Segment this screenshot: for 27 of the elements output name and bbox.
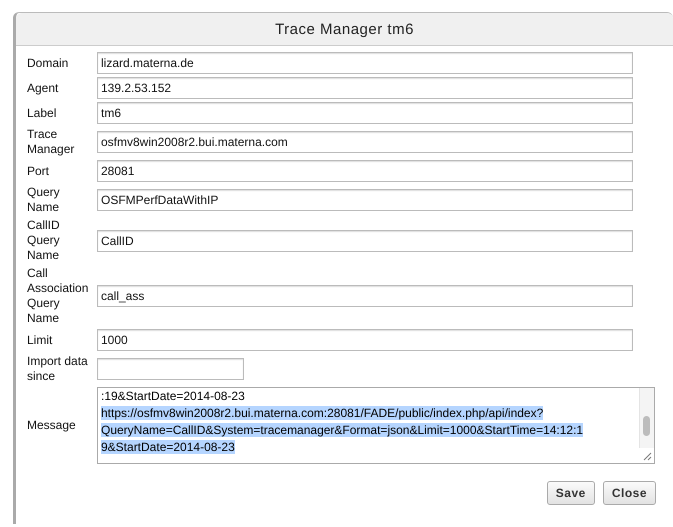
dialog-button[interactable]: Close (602, 481, 656, 505)
field-label: Message (27, 418, 77, 433)
field-label: Call Association Query Name (27, 266, 89, 326)
field-label: Agent (27, 80, 60, 96)
input-field[interactable]: tm6 (97, 102, 633, 124)
message-field[interactable]: :19&StartDate=2014-08-23 https://osfmv8win2008r2.bui.materna.com:28081/FADE/public/index.php/api/index? QueryName=CallID&System=tracemanager&Format=json&Limit=1000&StartTime=14:12:1 9&StartDate=2014-08-23 (97, 387, 655, 464)
dialog-title: Trace Manager tm6 (275, 20, 414, 38)
field-label: Import data since (27, 354, 89, 384)
input-field[interactable]: 1000 (97, 329, 633, 351)
scrollbar[interactable] (639, 388, 654, 448)
field-label: Domain (27, 56, 70, 70)
input-field[interactable]: 139.2.53.152 (97, 77, 633, 99)
input-field[interactable]: OSFMPerfDataWithIP (97, 189, 633, 211)
field-label: CallID Query Name (27, 218, 61, 263)
input-field[interactable]: lizard.materna.de (97, 52, 633, 74)
field-label: Port (27, 164, 50, 178)
field-label: Limit (27, 332, 54, 348)
input-field[interactable]: osfmv8win2008r2.bui.materna.com (97, 131, 633, 153)
field-label: Trace Manager (27, 127, 76, 157)
input-field[interactable]: 28081 (97, 160, 633, 182)
resize-grip-icon[interactable] (642, 451, 652, 461)
field-label: Query Name (27, 185, 61, 215)
input-field[interactable]: call_ass (97, 285, 633, 307)
field-label: Label (27, 106, 58, 120)
dialog-button[interactable]: Save (546, 481, 595, 505)
input-field[interactable] (97, 358, 244, 380)
input-field[interactable]: CallID (97, 230, 633, 252)
